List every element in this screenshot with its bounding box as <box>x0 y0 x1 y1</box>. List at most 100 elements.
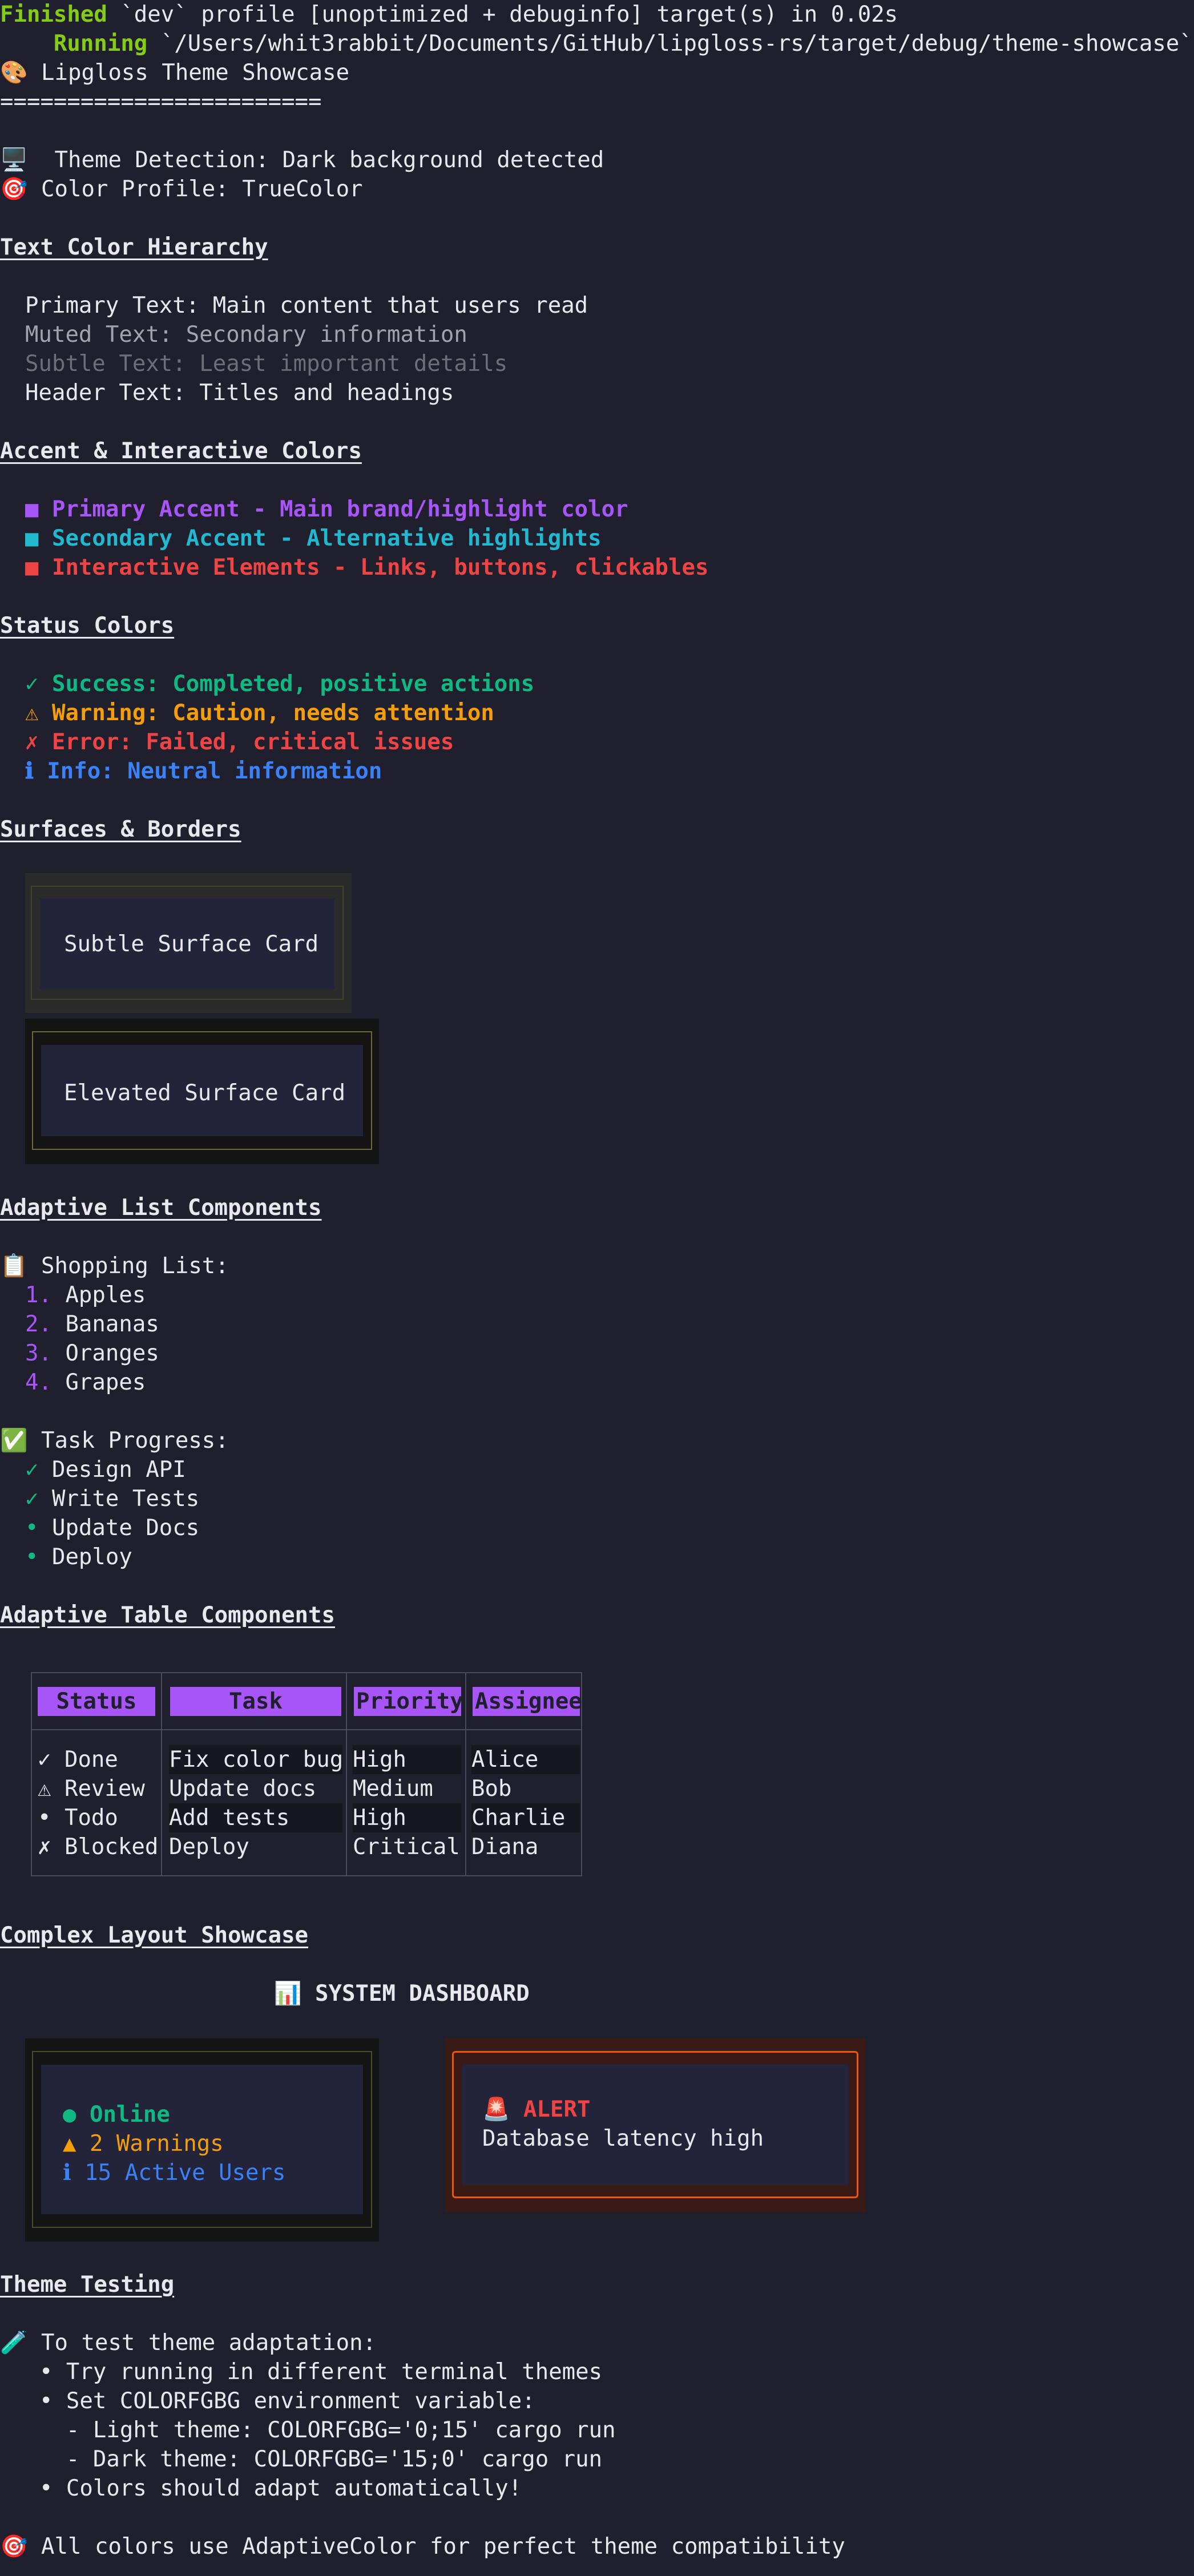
cargo-running-line: Running `/Users/whit3rabbit/Documents/Gi… <box>0 29 1193 58</box>
alert-title: 🚨 ALERT <box>482 2095 590 2124</box>
finished-text: `dev` profile [unoptimized + debuginfo] … <box>107 2 898 27</box>
table-cell: Update docs <box>169 1776 317 1802</box>
table-cell: ✓ Done <box>38 1747 118 1772</box>
alert-panel: 🚨 ALERT Database latency high <box>445 2038 865 2212</box>
online-status: ● Online <box>63 2102 170 2127</box>
table-cell: Fix color bug <box>169 1745 343 1774</box>
status-warning-line: ⚠ Warning: Caution, needs attention <box>25 700 494 726</box>
testing-intro: 🧪 To test theme adaptation: <box>0 2328 376 2357</box>
table-cell: High <box>353 1803 461 1832</box>
shopping-title-text: Shopping List: <box>27 1253 229 1279</box>
table-header-task: Task <box>170 1687 341 1716</box>
task-progress-title: ✅ Task Progress: <box>0 1426 229 1455</box>
task-item: ✓ Design API <box>25 1455 186 1484</box>
list-item: 1. Apples <box>25 1281 146 1310</box>
list-item-text: Apples <box>51 1282 146 1308</box>
status-success-line: ✓ Success: Completed, positive actions <box>25 671 535 697</box>
task-item: • Deploy <box>25 1543 132 1572</box>
elevated-surface-card: Elevated Surface Card <box>25 1019 379 1164</box>
monitor-icon: 🖥️ <box>0 147 28 173</box>
status-info-line: ℹ Info: Neutral information <box>25 758 382 784</box>
running-text: `/Users/whit3rabbit/Documents/GitHub/lip… <box>147 31 1193 56</box>
cargo-finished-line: Finished `dev` profile [unoptimized + de… <box>0 0 898 29</box>
palette-icon: 🎨 <box>0 60 28 86</box>
table-cell: Diana <box>471 1834 539 1860</box>
table-heading: Adaptive Table Components <box>0 1602 335 1628</box>
primary-text-line: Primary Text: Main content that users re… <box>25 293 588 318</box>
title-rule: ======================== <box>0 89 322 115</box>
check-icon: ✓ <box>25 1486 39 1512</box>
theme-detection-text: Theme Detection: Dark background detecte… <box>27 147 604 173</box>
testing-line: - Dark theme: COLORFGBG='15;0' cargo run <box>13 2446 603 2472</box>
table-cell: Medium <box>353 1776 433 1802</box>
list-number: 2. <box>25 1311 52 1337</box>
list-item: 3. Oranges <box>25 1339 159 1368</box>
secondary-accent-line: ■ Secondary Accent - Alternative highlig… <box>25 526 602 551</box>
task-item-text: Design API <box>38 1457 186 1483</box>
accent-heading: Accent & Interactive Colors <box>0 438 362 464</box>
target-icon: 🎯 <box>0 2534 28 2559</box>
footer-line: 🎯 All colors use AdaptiveColor for perfe… <box>0 2532 845 2561</box>
layout-heading: Complex Layout Showcase <box>0 1923 309 1948</box>
task-item: ✓ Write Tests <box>25 1484 199 1513</box>
testing-heading: Theme Testing <box>0 2272 175 2298</box>
list-number: 4. <box>25 1370 52 1395</box>
table-cell: Alice <box>471 1745 580 1774</box>
list-number: 3. <box>25 1341 52 1366</box>
dashboard-title-text: SYSTEM DASHBOARD <box>301 1981 530 2006</box>
list-number: 1. <box>25 1282 52 1308</box>
testing-line: • Colors should adapt automatically! <box>13 2476 522 2501</box>
table-cell: Deploy <box>169 1834 249 1860</box>
text-hierarchy-heading: Text Color Hierarchy <box>0 235 268 260</box>
testing-line: • Set COLORFGBG environment variable: <box>13 2388 535 2414</box>
page-title: 🎨 Lipgloss Theme Showcase <box>0 58 349 87</box>
lists-heading: Adaptive List Components <box>0 1195 322 1221</box>
subtle-surface-card: Subtle Surface Card <box>25 873 352 1013</box>
shopping-list-title: 📋 Shopping List: <box>0 1251 229 1281</box>
table-cell: Charlie <box>471 1803 580 1832</box>
list-item-text: Grapes <box>51 1370 146 1395</box>
footer-text: All colors use AdaptiveColor for perfect… <box>27 2534 845 2559</box>
elevated-card-label: Elevated Surface Card <box>64 1080 346 1106</box>
testing-line: - Light theme: COLORFGBG='0;15' cargo ru… <box>13 2417 616 2443</box>
table-header-status: Status <box>38 1687 155 1716</box>
test-tube-icon: 🧪 <box>0 2330 28 2356</box>
running-label: Running <box>53 31 148 56</box>
subtle-card-label: Subtle Surface Card <box>64 931 319 957</box>
table-header-priority: Priority <box>354 1687 463 1716</box>
subtle-text-line: Subtle Text: Least important details <box>25 351 508 377</box>
title-text: Lipgloss Theme Showcase <box>27 60 350 86</box>
interactive-accent-line: ■ Interactive Elements - Links, buttons,… <box>25 555 709 580</box>
alert-title-text: ALERT <box>510 2097 591 2122</box>
table-cell: ⚠ Review <box>38 1776 145 1802</box>
status-heading: Status Colors <box>0 613 175 639</box>
list-item-text: Bananas <box>51 1311 159 1337</box>
check-icon: ✓ <box>25 1457 39 1483</box>
target-icon: 🎯 <box>0 176 28 202</box>
table-cell: Critical <box>353 1834 460 1860</box>
list-item: 2. Bananas <box>25 1310 159 1339</box>
status-panel: ● Online ▲ 2 Warnings ℹ 15 Active Users <box>25 2038 379 2242</box>
warnings-status: ▲ 2 Warnings <box>63 2131 224 2157</box>
chart-icon: 📊 <box>274 1981 302 2006</box>
table-cell: High <box>353 1745 461 1774</box>
muted-text-line: Muted Text: Secondary information <box>25 322 467 348</box>
check-box-icon: ✅ <box>0 1428 28 1453</box>
alert-message: Database latency high <box>482 2126 764 2151</box>
task-title-text: Task Progress: <box>27 1428 229 1453</box>
bullet-icon: • <box>25 1515 39 1541</box>
surfaces-heading: Surfaces & Borders <box>0 817 241 842</box>
status-error-line: ✗ Error: Failed, critical issues <box>25 729 454 755</box>
task-item: • Update Docs <box>25 1513 199 1543</box>
siren-icon: 🚨 <box>482 2097 510 2122</box>
task-item-text: Deploy <box>38 1544 132 1570</box>
table-cell: Add tests <box>169 1803 342 1832</box>
users-status: ℹ 15 Active Users <box>63 2160 286 2186</box>
theme-detection-line: 🖥️ Theme Detection: Dark background dete… <box>0 146 604 175</box>
table-cell: Bob <box>471 1776 512 1802</box>
table-cell: • Todo <box>38 1805 118 1831</box>
task-item-text: Write Tests <box>38 1486 200 1512</box>
table-header-assignee: Assignee <box>473 1687 582 1716</box>
finished-label: Finished <box>0 2 107 27</box>
list-item-text: Oranges <box>51 1341 159 1366</box>
